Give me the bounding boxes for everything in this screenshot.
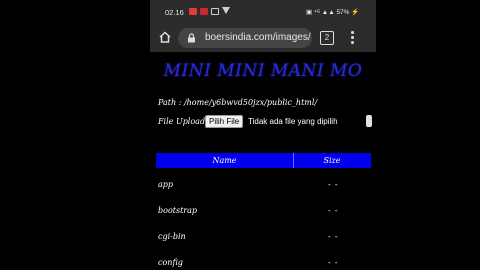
file-link[interactable]: bootstrap (158, 206, 197, 215)
table-row: bootstrap - - (156, 194, 371, 220)
tab-switcher-button[interactable]: 2 (320, 31, 334, 45)
web-page: MINI MINI MANI MO Path : /home/y6bwvd50j… (150, 52, 376, 270)
table-row: app - - (156, 168, 371, 194)
phone-screen: 02.16 ▣ ⁴ᴳ ▲▲ 57% ⚡ boersindia.com/image… (150, 0, 376, 270)
upload-submit-button[interactable] (366, 115, 372, 127)
file-table: Name Size app - - bootstrap - - cgi-bin … (156, 153, 371, 270)
column-header-name: Name (212, 156, 237, 165)
file-link[interactable]: cgi-bin (158, 232, 186, 241)
url-text: boersindia.com/images/ (205, 32, 311, 43)
file-size: - - (328, 206, 339, 215)
path-label: Path : (158, 98, 182, 107)
table-row: config - - (156, 246, 371, 270)
more-vert-icon[interactable] (349, 30, 355, 46)
app-icon (200, 8, 208, 15)
upload-label: File Upload : (158, 117, 211, 126)
status-time: 02.16 (165, 8, 184, 17)
file-link[interactable]: config (158, 258, 183, 267)
file-status-text: Tidak ada file yang dipilih (248, 117, 338, 126)
column-header-size: Size (323, 156, 341, 165)
home-icon[interactable] (158, 30, 172, 44)
status-bar: 02.16 ▣ ⁴ᴳ ▲▲ 57% ⚡ (150, 0, 376, 24)
choose-file-button[interactable]: Pilih File (205, 115, 244, 128)
wifi-icon (222, 7, 230, 14)
path-line: Path : /home/y6bwvd50jzx/public_html/ (158, 98, 317, 107)
notification-icon (189, 8, 197, 15)
path-value[interactable]: /home/y6bwvd50jzx/public_html/ (184, 98, 317, 107)
file-size: - - (328, 258, 339, 267)
lock-icon[interactable] (187, 33, 196, 43)
browser-toolbar: boersindia.com/images/ 2 (150, 24, 376, 52)
file-link[interactable]: app (158, 180, 173, 189)
table-row: cgi-bin - - (156, 220, 371, 246)
page-title: MINI MINI MANI MO (163, 61, 363, 81)
address-bar[interactable]: boersindia.com/images/ (178, 28, 312, 48)
messages-icon (211, 8, 219, 15)
table-header: Name Size (156, 153, 371, 168)
system-indicators: ▣ ⁴ᴳ ▲▲ 57% ⚡ (306, 9, 360, 16)
file-size: - - (328, 232, 339, 241)
file-size: - - (328, 180, 339, 189)
